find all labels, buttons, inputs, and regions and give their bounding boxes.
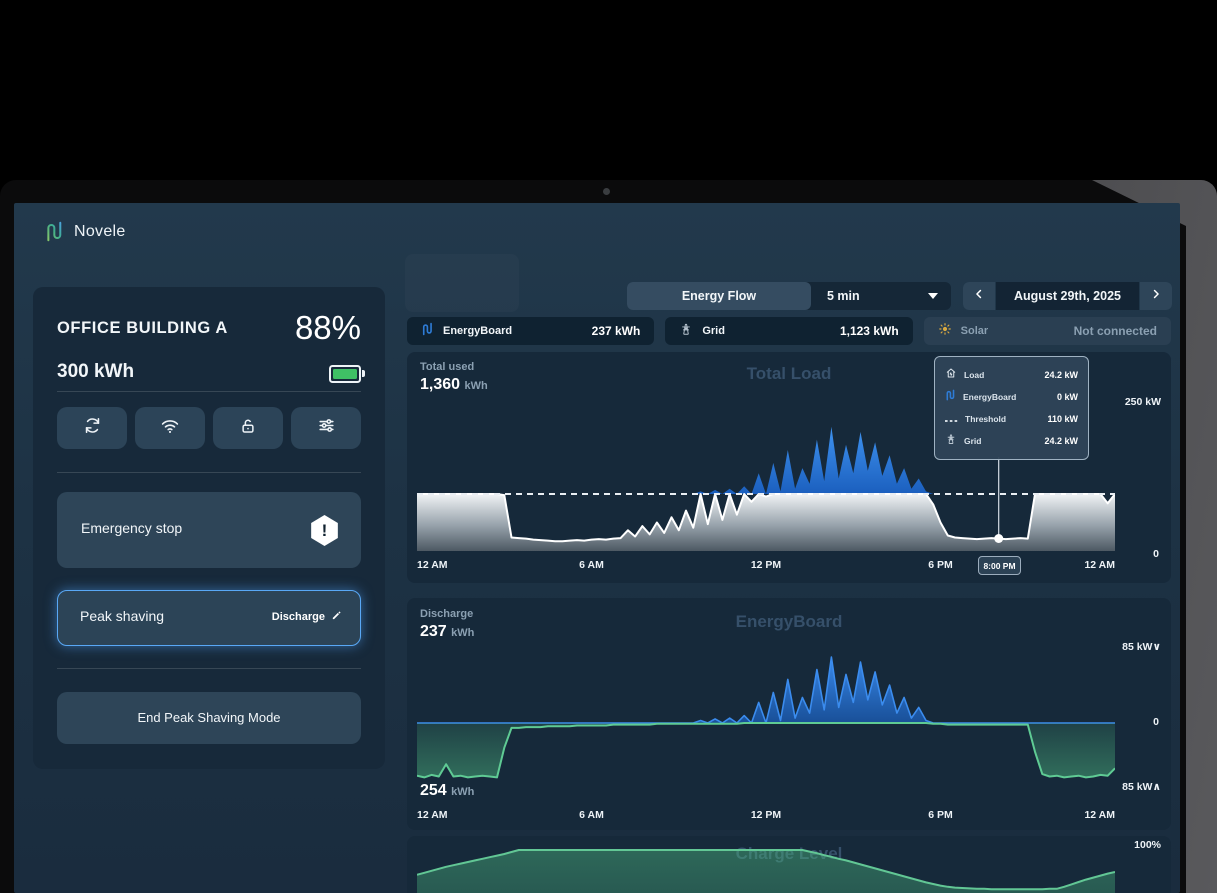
refresh-button[interactable] xyxy=(57,407,127,449)
energyboard-panel: Discharge 237 kWh EnergyBoard 85 kW∨ 0 8… xyxy=(407,598,1171,830)
grid-tower-icon xyxy=(945,432,957,450)
y-tick-charge-max: 85 kW∧ xyxy=(1122,781,1161,793)
lock-button[interactable] xyxy=(213,407,283,449)
brand-logo: Novele xyxy=(44,220,126,243)
date-navigator: August 29th, 2025 xyxy=(963,282,1172,310)
stat-label: Grid xyxy=(702,325,725,337)
y-tick-zero: 0 xyxy=(1153,716,1159,728)
energyboard-icon xyxy=(945,388,956,406)
emergency-stop-label: Emergency stop xyxy=(81,520,182,536)
end-peak-shaving-button[interactable]: End Peak Shaving Mode xyxy=(57,692,361,744)
divider xyxy=(57,391,361,392)
webcam-icon xyxy=(603,188,610,195)
divider xyxy=(57,472,361,473)
house-icon xyxy=(945,366,957,384)
chevron-down-icon xyxy=(927,292,939,300)
peak-mode-edit[interactable]: Discharge xyxy=(272,610,342,624)
tooltip-row: Threshold 110 kW xyxy=(945,408,1078,430)
charge-level-chart[interactable] xyxy=(417,844,1115,893)
quick-actions xyxy=(57,407,361,449)
site-control-sidebar: OFFICE BUILDING A 88% 300 kWh xyxy=(33,287,385,769)
chart-title: EnergyBoard xyxy=(407,612,1171,632)
app-screen: Novele OFFICE BUILDING A 88% 300 kWh xyxy=(14,203,1180,893)
stat-energyboard[interactable]: EnergyBoard 237 kWh xyxy=(407,317,654,345)
refresh-icon xyxy=(83,416,102,440)
brand-name: Novele xyxy=(74,223,126,241)
pencil-icon xyxy=(331,610,342,624)
charge-level-svg xyxy=(417,844,1115,893)
selected-time-badge: 8:00 PM xyxy=(978,556,1021,575)
site-name: OFFICE BUILDING A xyxy=(57,319,228,338)
battery-capacity: 300 kWh xyxy=(57,361,134,383)
peak-shaving-label: Peak shaving xyxy=(80,608,164,624)
charge-level-panel: Charge Level 100% xyxy=(407,836,1171,893)
warning-hexagon-icon: ! xyxy=(310,515,339,546)
energyboard-icon xyxy=(421,322,434,341)
sun-icon xyxy=(938,322,952,341)
stat-value: Not connected xyxy=(1074,324,1157,338)
interval-value: 5 min xyxy=(827,289,860,303)
next-day-button[interactable] xyxy=(1140,282,1172,310)
novele-logo-icon xyxy=(44,220,65,243)
tooltip-row: Grid 24.2 kW xyxy=(945,430,1078,452)
stat-value: 237 kWh xyxy=(592,324,641,338)
unlock-icon xyxy=(239,417,257,440)
chevron-right-icon xyxy=(1149,287,1163,306)
total-load-panel: Total used 1,360 kWh Total Load Load 24.… xyxy=(407,352,1171,583)
settings-button[interactable] xyxy=(291,407,361,449)
chevron-left-icon xyxy=(972,287,986,306)
wifi-button[interactable] xyxy=(135,407,205,449)
ghost-panel xyxy=(405,254,519,312)
prev-day-button[interactable] xyxy=(963,282,995,310)
date-display[interactable]: August 29th, 2025 xyxy=(996,282,1139,310)
stat-grid[interactable]: Grid 1,123 kWh xyxy=(665,317,912,345)
sliders-icon xyxy=(317,416,336,440)
state-of-charge: 88% xyxy=(295,309,361,347)
tooltip-row: EnergyBoard 0 kW xyxy=(945,386,1078,408)
chart-tooltip: Load 24.2 kW EnergyBoard 0 kW Threshold … xyxy=(934,356,1089,460)
x-axis: 12 AM 6 AM 12 PM 6 PM 12 AM xyxy=(417,809,1115,823)
y-tick-zero: 0 xyxy=(1153,548,1159,560)
interval-dropdown[interactable]: 5 min xyxy=(811,289,951,303)
stat-value: 1,123 kWh xyxy=(840,324,899,338)
tab-energy-flow[interactable]: Energy Flow xyxy=(627,282,811,310)
charge-value: 254 kWh xyxy=(420,782,474,800)
stat-label: EnergyBoard xyxy=(443,325,512,337)
laptop-frame: Novele OFFICE BUILDING A 88% 300 kWh xyxy=(0,180,1217,893)
y-tick-100: 100% xyxy=(1134,839,1161,851)
grid-tower-icon xyxy=(679,322,693,341)
y-tick-discharge-max: 85 kW∨ xyxy=(1122,641,1161,653)
dashed-line-icon xyxy=(945,410,958,428)
energyboard-chart[interactable] xyxy=(417,643,1115,803)
end-peak-shaving-label: End Peak Shaving Mode xyxy=(57,710,361,725)
stat-solar[interactable]: Solar Not connected xyxy=(924,317,1171,345)
battery-icon xyxy=(329,365,361,383)
view-switcher: Energy Flow 5 min xyxy=(627,282,951,310)
top-bar: Novele xyxy=(14,203,1180,260)
tooltip-row: Load 24.2 kW xyxy=(945,364,1078,386)
source-stats-row: EnergyBoard 237 kWh Grid 1,123 kWh xyxy=(407,317,1171,345)
energyboard-svg xyxy=(417,643,1115,803)
wifi-icon xyxy=(160,417,180,440)
emergency-stop-button[interactable]: Emergency stop ! xyxy=(57,492,361,568)
divider xyxy=(57,668,361,669)
peak-mode-value: Discharge xyxy=(272,611,325,623)
peak-shaving-card[interactable]: Peak shaving Discharge xyxy=(57,590,361,646)
stat-label: Solar xyxy=(961,325,989,337)
y-tick-max: 250 kW xyxy=(1125,396,1161,408)
